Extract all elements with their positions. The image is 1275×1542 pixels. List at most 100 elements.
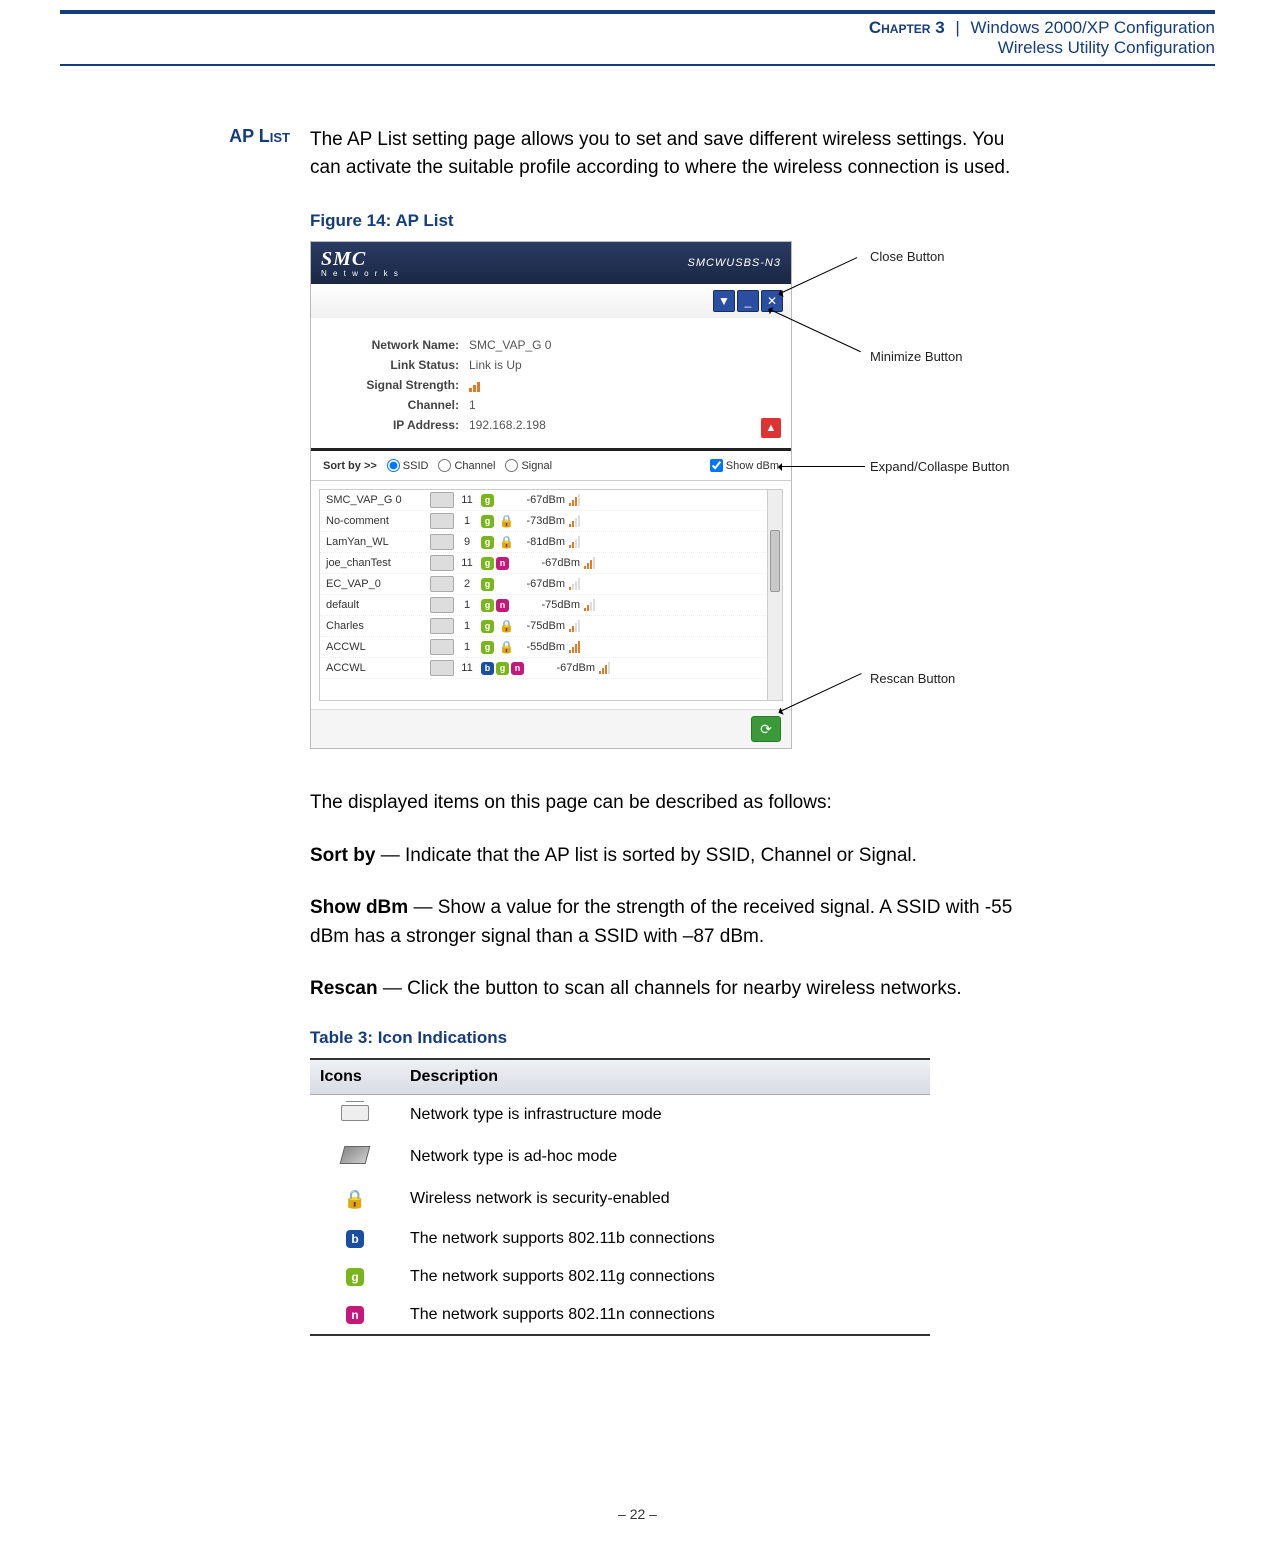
sort-ssid-radio[interactable]: SSID	[387, 459, 429, 472]
ap-list: SMC_VAP_G 011g-67dBmNo-comment1g🔒-73dBmL…	[319, 489, 783, 701]
signal-icon	[569, 494, 597, 506]
table-row: 🔒 Wireless network is security-enabled	[310, 1179, 930, 1220]
minimize-button[interactable]: _	[737, 290, 759, 312]
signal-icon	[599, 662, 627, 674]
adhoc-icon	[340, 1146, 371, 1164]
callout-minimize: Minimize Button	[870, 349, 962, 364]
show-dbm-checkbox[interactable]: Show dBm	[710, 459, 779, 472]
signal-icon	[569, 536, 597, 548]
brand-logo: SMC	[321, 248, 366, 270]
ap-row[interactable]: EC_VAP_0 2g -67dBm	[320, 574, 782, 595]
desc-sortby: Sort by — Indicate that the AP list is s…	[310, 842, 1030, 871]
ap-row[interactable]: ACCWL1g🔒-55dBm	[320, 637, 782, 658]
lock-icon: 🔒	[499, 640, 513, 654]
collapse-button[interactable]: ▼	[713, 290, 735, 312]
link-status-label: Link Status:	[329, 358, 459, 372]
page-header: Chapter 3 | Windows 2000/XP Configuratio…	[60, 14, 1215, 66]
page-number: – 22 –	[0, 1506, 1275, 1522]
network-type-icon	[430, 555, 454, 571]
figure-wrapper: SMC N e t w o r k s SMCWUSBS-N3 ▼ _ ✕ Ne…	[310, 241, 1030, 749]
network-type-icon	[430, 534, 454, 550]
ap-channel: 9	[458, 536, 476, 548]
ap-ssid: EC_VAP_0	[326, 578, 426, 590]
sort-signal-radio[interactable]: Signal	[505, 459, 552, 472]
expand-collapse-button[interactable]: ▲	[761, 418, 781, 438]
lock-icon: 🔒	[499, 514, 513, 528]
badge-g-icon: g	[481, 557, 494, 570]
network-name-value: SMC_VAP_G 0	[469, 338, 551, 352]
description-cell: Wireless network is security-enabled	[400, 1179, 930, 1220]
badge-g-icon: g	[481, 599, 494, 612]
header-title-1: Windows 2000/XP Configuration	[971, 18, 1215, 37]
ip-value: 192.168.2.198	[469, 418, 546, 432]
ap-row[interactable]: joe_chanTest11gn-67dBm	[320, 553, 782, 574]
intro-paragraph: The AP List setting page allows you to s…	[310, 126, 1030, 181]
icon-table: Icons Description Network type is infras…	[310, 1058, 930, 1336]
callout-expand: Expand/Collaspe Button	[870, 459, 1009, 474]
sort-channel-radio[interactable]: Channel	[438, 459, 495, 472]
scrollbar-thumb[interactable]	[770, 530, 780, 592]
chapter-label: Chapter 3	[869, 18, 945, 37]
table-row: Network type is infrastructure mode	[310, 1094, 930, 1136]
ap-dbm: -67dBm	[517, 494, 565, 506]
ap-badges: g	[480, 494, 495, 507]
ap-dbm: -67dBm	[547, 662, 595, 674]
signal-icon	[569, 641, 597, 653]
sort-bar: Sort by >> SSID Channel Signal Show dBm	[311, 451, 791, 481]
scrollbar[interactable]	[767, 490, 782, 700]
ap-dbm: -67dBm	[517, 578, 565, 590]
table-header-desc: Description	[400, 1059, 930, 1095]
header-title-2: Wireless Utility Configuration	[60, 38, 1215, 58]
ap-ssid: No-comment	[326, 515, 426, 527]
ap-dbm: -75dBm	[517, 620, 565, 632]
ap-channel: 1	[458, 641, 476, 653]
ap-badges: bgn	[480, 662, 525, 675]
network-name-label: Network Name:	[329, 338, 459, 352]
channel-value: 1	[469, 398, 476, 412]
icon-cell: n	[310, 1296, 400, 1335]
ip-label: IP Address:	[329, 418, 459, 432]
signal-icon	[569, 578, 597, 590]
badge-g-icon: g	[481, 641, 494, 654]
icon-cell: 🔒	[310, 1179, 400, 1220]
channel-label: Channel:	[329, 398, 459, 412]
badge-g-icon: g	[481, 515, 494, 528]
badge-g-icon: g	[481, 536, 494, 549]
infrastructure-icon	[341, 1105, 369, 1121]
icon-cell: b	[310, 1220, 400, 1258]
lock-icon: 🔒	[499, 535, 513, 549]
desc-rescan: Rescan — Click the button to scan all ch…	[310, 975, 1030, 1004]
ap-ssid: joe_chanTest	[326, 557, 426, 569]
signal-icon	[584, 557, 612, 569]
desc-showdbm: Show dBm — Show a value for the strength…	[310, 894, 1030, 951]
ap-row[interactable]: ACCWL11bgn-67dBm	[320, 658, 782, 679]
ap-channel: 1	[458, 515, 476, 527]
description-block: The displayed items on this page can be …	[310, 789, 1030, 1004]
ap-row[interactable]: No-comment 1g 🔒 -73dBm	[320, 511, 782, 532]
ap-dbm: -67dBm	[532, 557, 580, 569]
lock-icon: 🔒	[344, 1189, 366, 1209]
rescan-button[interactable]: ⟳	[751, 716, 781, 742]
ap-dbm: -73dBm	[517, 515, 565, 527]
network-type-icon	[430, 492, 454, 508]
ap-channel: 2	[458, 578, 476, 590]
ap-ssid: LamYan_WL	[326, 536, 426, 548]
signal-strength-icon	[469, 378, 481, 392]
network-type-icon	[430, 597, 454, 613]
ap-channel: 11	[458, 662, 476, 674]
signal-strength-label: Signal Strength:	[329, 378, 459, 392]
description-cell: The network supports 802.11b connections	[400, 1220, 930, 1258]
ap-row[interactable]: Charles1g🔒-75dBm	[320, 616, 782, 637]
ap-row[interactable]: SMC_VAP_G 011g-67dBm	[320, 490, 782, 511]
description-cell: The network supports 802.11g connections	[400, 1258, 930, 1296]
network-type-icon	[430, 513, 454, 529]
callout-close: Close Button	[870, 249, 944, 264]
table-row: bThe network supports 802.11b connection…	[310, 1220, 930, 1258]
rescan-bar: ⟳	[311, 709, 791, 748]
ap-ssid: ACCWL	[326, 641, 426, 653]
ap-row[interactable]: default1gn-75dBm	[320, 595, 782, 616]
badge-g-icon: g	[481, 578, 494, 591]
ap-badges: gn	[480, 599, 510, 612]
ap-row[interactable]: LamYan_WL9g🔒-81dBm	[320, 532, 782, 553]
badge-n-icon: n	[511, 662, 524, 675]
